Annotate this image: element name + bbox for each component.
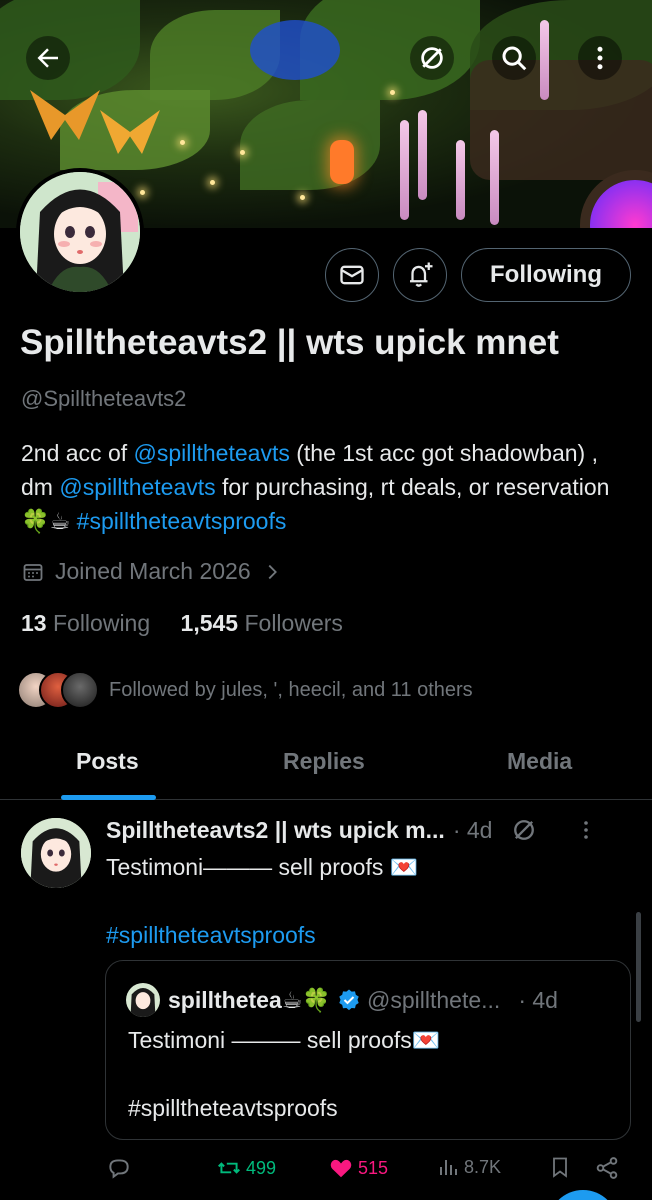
post-time[interactable]: · 4d bbox=[453, 817, 493, 844]
heart-filled-icon bbox=[330, 1159, 352, 1178]
follower-avatar bbox=[61, 671, 99, 709]
post-author-name[interactable]: Spilltheteavts2 || wts upick m... bbox=[106, 817, 445, 844]
grok-icon bbox=[421, 47, 443, 69]
post-author-avatar[interactable] bbox=[21, 818, 91, 888]
like-button[interactable]: 515 bbox=[328, 1155, 388, 1181]
bio-mention-link[interactable]: @spilltheteavts bbox=[59, 474, 215, 500]
grok-icon[interactable] bbox=[510, 816, 538, 844]
quote-author-avatar bbox=[126, 983, 160, 1017]
compose-post-button[interactable] bbox=[548, 1190, 618, 1200]
search-icon bbox=[502, 46, 527, 71]
arrow-left-icon bbox=[37, 48, 58, 68]
quote-text-line: #spilltheteavtsproofs bbox=[128, 1095, 338, 1121]
notifications-button[interactable] bbox=[393, 248, 447, 302]
views-button[interactable]: 8.7K bbox=[436, 1155, 501, 1179]
banner-foliage bbox=[240, 100, 380, 190]
followers-count: 1,545 bbox=[180, 610, 239, 636]
follow-stats: 13 Following 1,545 Followers bbox=[21, 610, 343, 637]
profile-avatar[interactable] bbox=[16, 168, 144, 296]
like-count: 515 bbox=[358, 1157, 389, 1178]
banner-fairy-light bbox=[140, 190, 145, 195]
quote-text-line: Testimoni ——— sell proofs💌 bbox=[128, 1027, 441, 1053]
more-vertical-icon bbox=[597, 46, 603, 70]
banner-wisteria bbox=[540, 20, 549, 100]
banner-fairy-light bbox=[300, 195, 305, 200]
grok-button[interactable] bbox=[410, 36, 454, 80]
bell-plus-icon bbox=[410, 262, 433, 287]
avatar-illustration bbox=[21, 818, 91, 888]
more-button[interactable] bbox=[578, 36, 622, 80]
repost-count: 499 bbox=[246, 1157, 277, 1178]
bio-text: 2nd acc of bbox=[21, 440, 134, 466]
verified-badge-icon bbox=[339, 989, 359, 1011]
back-button[interactable] bbox=[26, 36, 70, 80]
tab-replies[interactable]: Replies bbox=[283, 748, 365, 775]
banner-wisteria bbox=[418, 110, 427, 200]
quote-author-name: spillthetea☕🍀 bbox=[168, 986, 332, 1013]
post-body: Testimoni——— sell proofs 💌 #spilltheteav… bbox=[106, 850, 626, 952]
following-count: 13 bbox=[21, 610, 47, 636]
tab-media[interactable]: Media bbox=[507, 748, 572, 775]
joined-date[interactable]: Joined March 2026 bbox=[21, 558, 283, 585]
profile-tabs: Posts Replies Media bbox=[0, 728, 652, 800]
banner-blue-flower bbox=[250, 20, 340, 80]
active-tab-indicator bbox=[61, 795, 156, 800]
profile-handle: @Spilltheteavts2 bbox=[21, 386, 187, 411]
following-stat[interactable]: 13 Following bbox=[21, 610, 150, 636]
following-button[interactable]: Following bbox=[461, 248, 631, 302]
envelope-icon bbox=[340, 265, 364, 285]
followers-stat[interactable]: 1,545 Followers bbox=[181, 610, 343, 636]
banner-fairy-light bbox=[390, 90, 395, 95]
post-actions: 499 515 8.7K bbox=[106, 1155, 626, 1189]
banner-fairy-light bbox=[180, 140, 185, 145]
quote-time: · 4d bbox=[518, 986, 558, 1013]
repost-icon bbox=[218, 1162, 240, 1174]
followed-by-text: Followed by jules, ', heecil, and 11 oth… bbox=[109, 678, 473, 701]
avatar-illustration bbox=[20, 172, 140, 292]
quote-author-handle: @spillthete... bbox=[367, 986, 501, 1013]
quote-body: Testimoni ——— sell proofs💌 #spilltheteav… bbox=[128, 1023, 608, 1125]
views-chart-icon bbox=[440, 1160, 457, 1175]
reply-button[interactable] bbox=[106, 1155, 132, 1181]
followed-by-row[interactable]: Followed by jules, ', heecil, and 11 oth… bbox=[17, 670, 473, 710]
post-more-icon[interactable] bbox=[574, 818, 598, 842]
bio-hashtag-link[interactable]: #spilltheteavtsproofs bbox=[77, 508, 287, 534]
post-hashtag-link[interactable]: #spilltheteavtsproofs bbox=[106, 918, 626, 952]
share-icon bbox=[596, 1157, 618, 1179]
repost-button[interactable]: 499 bbox=[216, 1155, 276, 1181]
tab-posts[interactable]: Posts bbox=[76, 748, 139, 775]
views-count: 8.7K bbox=[464, 1156, 502, 1177]
calendar-icon bbox=[23, 563, 43, 581]
chevron-right-icon bbox=[268, 564, 277, 579]
quoted-post[interactable]: spillthetea☕🍀 @spillthete... · 4d Testim… bbox=[105, 960, 631, 1140]
banner-foliage bbox=[0, 0, 140, 100]
bookmark-icon bbox=[553, 1157, 567, 1178]
banner-wisteria bbox=[456, 140, 465, 220]
message-button[interactable] bbox=[325, 248, 379, 302]
banner-fairy-light bbox=[240, 150, 245, 155]
reply-icon bbox=[109, 1159, 129, 1179]
banner-fairy-light bbox=[210, 180, 215, 185]
followers-label: Followers bbox=[244, 610, 343, 636]
banner-wisteria bbox=[490, 130, 499, 225]
bio-mention-link[interactable]: @spilltheteavts bbox=[134, 440, 290, 466]
post-header: Spilltheteavts2 || wts upick m... · 4d bbox=[106, 816, 598, 844]
banner-lantern bbox=[330, 140, 354, 184]
profile-bio: 2nd acc of @spilltheteavts (the 1st acc … bbox=[21, 436, 636, 538]
quote-header: spillthetea☕🍀 @spillthete... · 4d bbox=[126, 983, 558, 1017]
scrollbar[interactable] bbox=[636, 912, 641, 1022]
post-text-line: Testimoni——— sell proofs 💌 bbox=[106, 854, 419, 880]
joined-text: Joined March 2026 bbox=[55, 558, 251, 584]
banner-wisteria bbox=[400, 120, 409, 220]
display-name: Spilltheteavts2 || wts upick mnet bbox=[20, 323, 559, 362]
following-label: Following bbox=[52, 610, 151, 636]
share-button[interactable] bbox=[594, 1155, 620, 1181]
search-button[interactable] bbox=[492, 36, 536, 80]
bookmark-button[interactable] bbox=[548, 1155, 572, 1179]
